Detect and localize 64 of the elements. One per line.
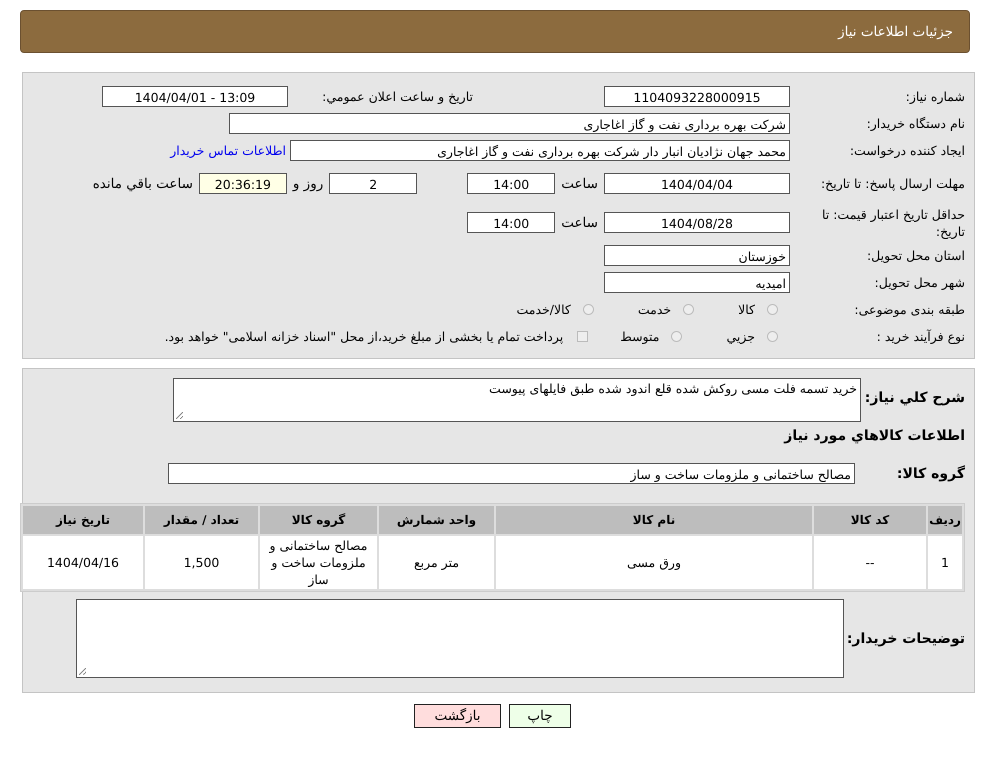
checkbox[interactable] xyxy=(577,331,588,342)
section-heading: اطلاعات کالاهاي مورد نیاز xyxy=(782,428,965,444)
column-header: تاریخ نیاز xyxy=(23,506,143,534)
field-label: توضیحات خریدار: xyxy=(846,630,965,646)
field-label: شهر محل تحویل: xyxy=(874,275,965,290)
time-label: ساعت xyxy=(560,214,599,230)
table-cell: 1,500 xyxy=(145,536,258,589)
field-label: نوع فرآیند خرید : xyxy=(876,329,965,344)
table-cell: 1 xyxy=(928,536,962,589)
deadline-date-field: 1404/04/04 xyxy=(604,173,790,194)
radio-button[interactable] xyxy=(683,304,694,315)
announce-date-field: 1404/04/01 - 13:09 xyxy=(102,86,288,107)
table-cell: مصالح ساختمانی و ملزومات ساخت و ساز xyxy=(260,536,377,589)
validity-date-field: 1404/08/28 xyxy=(604,212,790,233)
radio-button[interactable] xyxy=(767,331,778,342)
radio-label: جزيي xyxy=(726,329,755,344)
radio-label: متوسط xyxy=(620,329,660,344)
need-number-field: 1104093228000915 xyxy=(604,86,790,107)
column-header: تعداد / مقدار xyxy=(145,506,258,534)
page-title: جزئیات اطلاعات نیاز xyxy=(838,24,953,40)
column-header: نام کالا xyxy=(496,506,812,534)
description-field: خرید تسمه فلت مسی روکش شده قلع اندود شده طبق فایلهای پیوست xyxy=(173,378,861,422)
back-button[interactable]: بازگشت xyxy=(414,704,501,728)
field-label: حداقل تاریخ اعتبار قیمت: تا تاریخ: xyxy=(820,206,965,240)
field-label: شرح کلي نیاز: xyxy=(864,389,965,406)
column-header: واحد شمارش xyxy=(379,506,494,534)
validity-time-field: 14:00 xyxy=(467,212,556,233)
province-field: خوزستان xyxy=(604,245,790,266)
days-label: روز و xyxy=(291,176,324,192)
table-cell: ورق مسی xyxy=(496,536,812,589)
remaining-time-field: 20:36:19 xyxy=(198,173,287,194)
city-field: امیدیه xyxy=(604,272,790,293)
field-label: استان محل تحویل: xyxy=(866,248,965,263)
table-cell: 1404/04/16 xyxy=(23,536,143,589)
field-label: ایجاد کننده درخواست: xyxy=(848,143,965,158)
checkbox-label: پرداخت تمام یا بخشی از مبلغ خرید،از محل "اسناد خزانه اسلامی" خواهد بود. xyxy=(164,329,564,344)
requester-field: محمد جهان نژادیان انبار دار شرکت بهره برداری نفت و گاز اغاجاری xyxy=(290,140,790,161)
field-label: طبقه بندی موضوعی: xyxy=(853,302,965,317)
column-header: گروه کالا xyxy=(260,506,377,534)
field-label: نام دستگاه خریدار: xyxy=(866,116,965,131)
field-label: تاریخ و ساعت اعلان عمومي: xyxy=(321,89,473,104)
days-field: 2 xyxy=(329,173,418,194)
field-label: مهلت ارسال پاسخ: تا تاریخ: xyxy=(820,175,965,192)
radio-label: خدمت xyxy=(638,302,672,317)
contact-link[interactable]: اطلاعات تماس خریدار xyxy=(170,143,286,158)
deadline-time-field: 14:00 xyxy=(467,173,556,194)
resize-grip-icon xyxy=(79,668,86,675)
radio-label: کالا xyxy=(738,302,755,317)
field-label: گروه کالا: xyxy=(896,466,965,482)
radio-label: کالا/خدمت xyxy=(516,302,571,317)
goods-group-field: مصالح ساختمانی و ملزومات ساخت و ساز xyxy=(168,463,855,484)
table-cell: متر مربع xyxy=(379,536,494,589)
field-label: شماره نیاز: xyxy=(904,89,965,104)
buyer-org-field: شرکت بهره برداری نفت و گاز اغاجاری xyxy=(229,113,790,134)
column-header: ردیف xyxy=(928,506,962,534)
radio-button[interactable] xyxy=(582,304,594,315)
resize-grip-icon xyxy=(176,412,183,419)
radio-button[interactable] xyxy=(671,331,682,342)
column-header: کد کالا xyxy=(814,506,926,534)
time-label: ساعت xyxy=(560,176,599,192)
table-cell: -- xyxy=(814,536,926,589)
radio-button[interactable] xyxy=(767,304,778,315)
remaining-label: ساعت باقي مانده xyxy=(92,176,194,192)
print-button[interactable]: چاپ xyxy=(509,704,571,728)
